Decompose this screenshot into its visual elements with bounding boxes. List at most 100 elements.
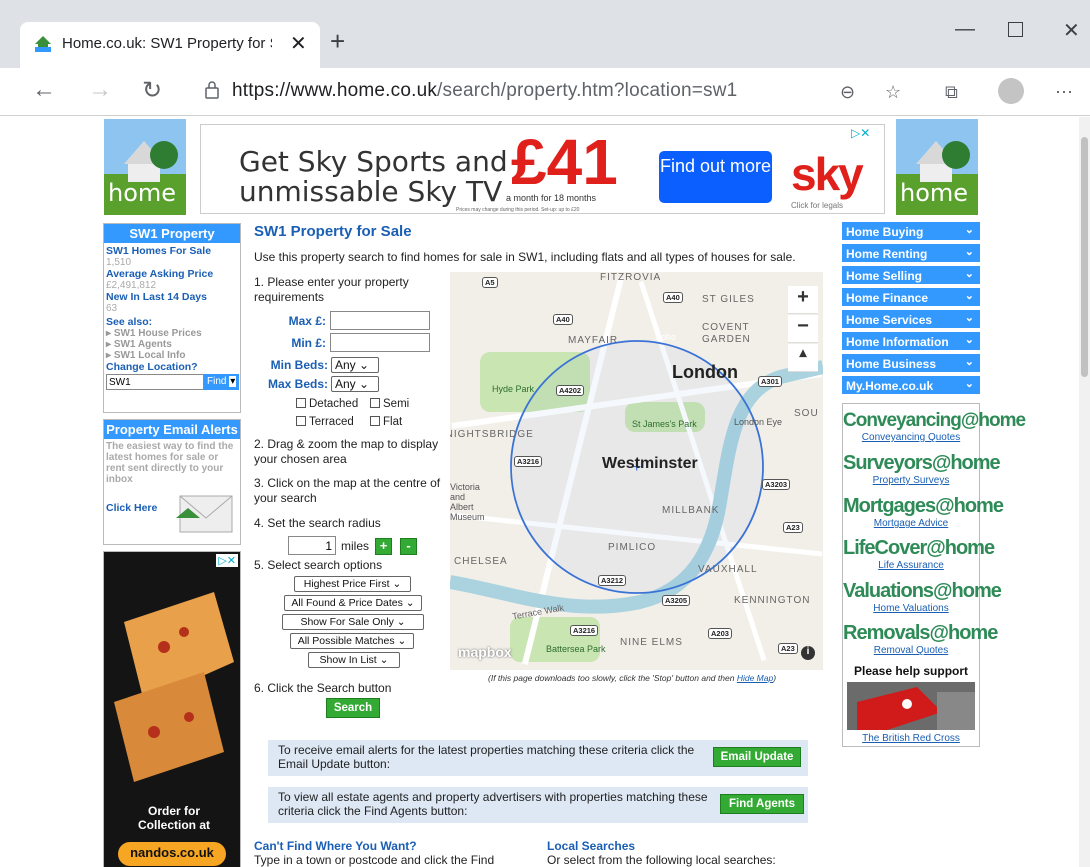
nandos-ad[interactable]: ▷✕ Order for Collection at nandos.co.uk — [103, 551, 241, 867]
red-cross-image[interactable] — [847, 682, 975, 730]
search-button[interactable]: Search — [326, 698, 380, 718]
min-price-input[interactable] — [330, 333, 430, 352]
browser-tab[interactable]: Home.co.uk: SW1 Property for Sa ✕ — [20, 22, 320, 68]
close-window-icon[interactable]: ✕ — [1063, 18, 1080, 43]
conveyancing-link[interactable]: Conveyancing Quotes — [843, 432, 979, 443]
nav-home-finance[interactable]: Home Finance ⌄ — [842, 288, 980, 308]
mortgages-title[interactable]: Mortgages@home — [843, 495, 1004, 518]
zoom-out-button[interactable]: − — [788, 315, 818, 343]
nav-home-renting[interactable]: Home Renting ⌄ — [842, 244, 980, 264]
search-map[interactable]: + FITZROVIA ST GILES COVENT GARDEN MAYFA… — [450, 272, 823, 670]
local-info-link[interactable]: ▸ SW1 Local Info — [106, 350, 240, 361]
home-logo-left[interactable]: home — [104, 119, 186, 215]
road-label: A3216 — [570, 625, 599, 636]
sort-select[interactable]: Highest Price First ⌄ — [294, 576, 411, 592]
terraced-checkbox[interactable]: Terraced — [296, 416, 354, 428]
chevron-down-icon: ⌄ — [964, 378, 974, 390]
mapbox-logo[interactable]: mapbox — [458, 644, 512, 660]
ad-choices-icon[interactable]: ▷✕ — [216, 554, 238, 567]
radius-input[interactable]: 1 — [288, 536, 336, 555]
radius-increase-button[interactable]: + — [375, 538, 392, 555]
max-beds-select[interactable]: Any ⌄ — [331, 376, 379, 392]
nav-home-services[interactable]: Home Services ⌄ — [842, 310, 980, 330]
surveyors-link[interactable]: Property Surveys — [843, 475, 979, 486]
map-place-label: SOU — [794, 408, 819, 419]
map-place-label: KENNINGTON — [734, 595, 811, 606]
nav-my-home[interactable]: My.Home.co.uk ⌄ — [842, 376, 980, 396]
zoom-out-icon[interactable]: ⊖ — [840, 82, 855, 103]
profile-avatar[interactable] — [998, 78, 1024, 104]
sale-type-select[interactable]: Show For Sale Only ⌄ — [282, 614, 424, 630]
email-update-button[interactable]: Email Update — [713, 747, 801, 767]
lock-icon — [205, 81, 219, 99]
find-agents-button[interactable]: Find Agents — [720, 794, 804, 814]
reload-icon[interactable]: ↻ — [142, 76, 162, 105]
nav-home-information[interactable]: Home Information ⌄ — [842, 332, 980, 352]
road-label: A3212 — [598, 575, 627, 586]
new-tab-icon[interactable]: + — [330, 26, 345, 57]
scrollbar-thumb[interactable] — [1081, 137, 1088, 377]
lifecover-title[interactable]: LifeCover@home — [843, 537, 995, 560]
new-listings-link[interactable]: New In Last 14 Days — [106, 291, 240, 303]
find-location-button[interactable]: Find ▾ — [204, 374, 239, 390]
avg-price-link[interactable]: Average Asking Price — [106, 268, 240, 280]
homes-for-sale-link[interactable]: SW1 Homes For Sale — [106, 245, 240, 257]
removals-title[interactable]: Removals@home — [843, 622, 998, 645]
surveyors-title[interactable]: Surveyors@home — [843, 452, 1001, 475]
price-dates-select[interactable]: All Found & Price Dates ⌄ — [284, 595, 422, 611]
min-beds-select[interactable]: Any ⌄ — [331, 357, 379, 373]
envelope-icon[interactable] — [176, 490, 236, 534]
red-cross-link[interactable]: The British Red Cross — [843, 733, 979, 744]
click-here-link[interactable]: Click Here — [106, 502, 157, 514]
url-field[interactable]: https://www.home.co.uk/search/property.h… — [190, 74, 890, 108]
nav-home-business[interactable]: Home Business ⌄ — [842, 354, 980, 374]
nav-home-selling[interactable]: Home Selling ⌄ — [842, 266, 980, 286]
home-logo-right[interactable]: home — [896, 119, 978, 215]
minimize-icon[interactable]: — — [955, 18, 975, 41]
ad-find-out-button[interactable]: Find out more — [659, 151, 772, 203]
svg-text:home: home — [900, 179, 968, 207]
map-info-icon[interactable]: i — [801, 646, 815, 660]
map-place-label: St James's Park — [632, 419, 697, 429]
sky-banner-ad[interactable]: Get Sky Sports and unmissable Sky TV £41 … — [200, 124, 885, 214]
sw1-stats-box: SW1 Property SW1 Homes For Sale 1,510 Av… — [103, 223, 241, 413]
lifecover-link[interactable]: Life Assurance — [843, 560, 979, 571]
house-prices-link[interactable]: ▸ SW1 House Prices — [106, 328, 240, 339]
step-3-text: 3. Click on the map at the centre of you… — [254, 476, 441, 505]
map-place-label: Battersea Park — [546, 644, 606, 654]
close-tab-icon[interactable]: ✕ — [290, 31, 307, 56]
road-label: A40 — [663, 292, 683, 303]
radius-decrease-button[interactable]: - — [400, 538, 417, 555]
hide-map-link[interactable]: Hide Map — [737, 673, 773, 683]
zoom-in-button[interactable]: + — [788, 286, 818, 314]
semi-checkbox[interactable]: Semi — [370, 398, 409, 410]
removals-link[interactable]: Removal Quotes — [843, 645, 979, 656]
detached-checkbox[interactable]: Detached — [296, 398, 358, 410]
agents-link[interactable]: ▸ SW1 Agents — [106, 339, 240, 350]
flat-checkbox[interactable]: Flat — [370, 416, 402, 428]
compass-button[interactable]: ▴ — [788, 344, 818, 372]
nav-home-buying[interactable]: Home Buying ⌄ — [842, 222, 980, 242]
collections-icon[interactable]: ⧉ — [945, 82, 958, 103]
support-text: Please help support — [853, 664, 969, 678]
back-icon[interactable]: ← — [32, 76, 56, 104]
ad-legals-link[interactable]: Click for legals — [791, 201, 843, 210]
mortgages-link[interactable]: Mortgage Advice — [843, 518, 979, 529]
ad-headline-2: unmissable Sky TV — [239, 175, 503, 208]
favorite-add-icon[interactable]: ☆ — [885, 82, 901, 103]
location-input[interactable] — [106, 374, 204, 390]
maximize-icon[interactable] — [1008, 22, 1023, 37]
sw1-property-header: SW1 Property — [104, 224, 240, 243]
valuations-link[interactable]: Home Valuations — [843, 603, 979, 614]
conveyancing-title[interactable]: Conveyancing@home — [843, 410, 1026, 432]
max-price-input[interactable] — [330, 311, 430, 330]
forward-icon[interactable]: → — [88, 76, 112, 104]
valuations-title[interactable]: Valuations@home — [843, 580, 1002, 603]
display-select[interactable]: Show In List ⌄ — [308, 652, 400, 668]
more-menu-icon[interactable]: ⋯ — [1055, 82, 1073, 103]
road-label: A3216 — [514, 456, 543, 467]
page-scrollbar[interactable] — [1079, 117, 1090, 867]
map-place-label: FITZROVIA — [600, 272, 662, 283]
matches-select[interactable]: All Possible Matches ⌄ — [290, 633, 414, 649]
ad-choices-icon[interactable]: ▷✕ — [851, 126, 870, 140]
